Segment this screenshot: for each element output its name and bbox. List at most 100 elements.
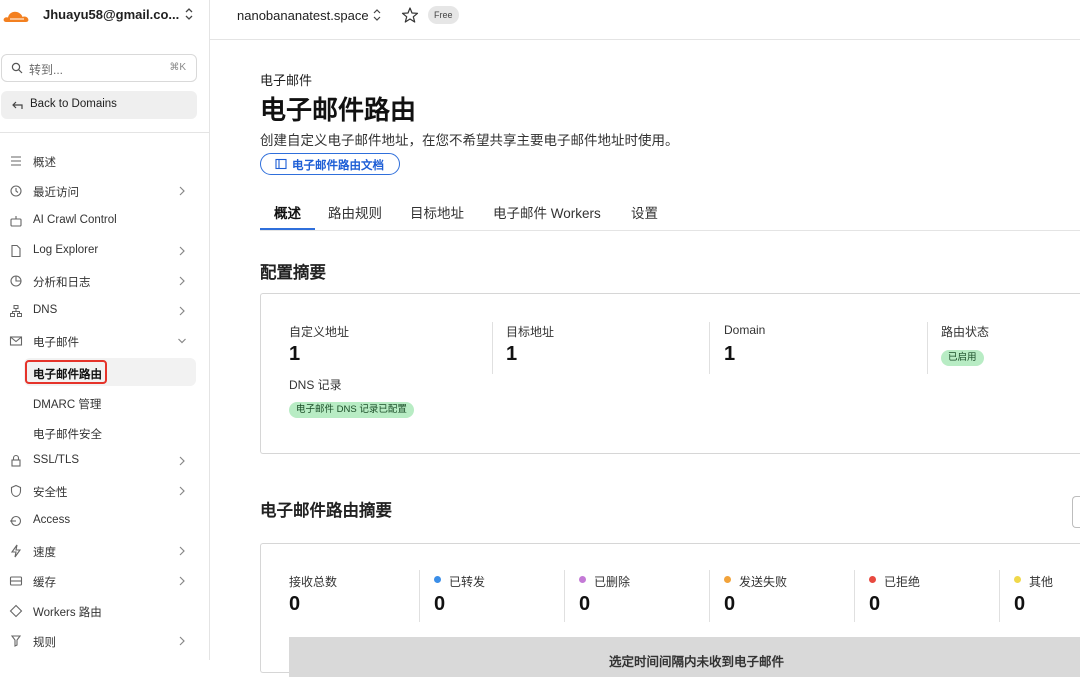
- empty-state-text: 选定时间间隔内未收到电子邮件: [609, 655, 785, 669]
- sidebar-item-workers-routes[interactable]: Workers 路由: [0, 599, 200, 623]
- sidebar-item-dns[interactable]: DNS: [0, 299, 200, 323]
- sidebar-subitem-label: 电子邮件安全: [33, 429, 102, 441]
- sidebar-item-label: 概述: [33, 157, 56, 169]
- deleted-dot-icon: [579, 576, 586, 583]
- divider: [564, 570, 565, 622]
- config-summary-card: 自定义地址 1 目标地址 1 Domain 1 路由状态 已启用 DNS 记录 …: [260, 293, 1080, 454]
- sidebar-item-label: Workers 路由: [33, 607, 102, 619]
- sidebar-divider: [0, 132, 210, 133]
- sidebar-item-rules[interactable]: 规则: [0, 629, 200, 653]
- tab-email-workers[interactable]: 电子邮件 Workers: [493, 202, 601, 222]
- chevron-right-icon: [179, 186, 185, 196]
- robot-icon: [10, 216, 22, 227]
- sidebar-item-ssl-tls[interactable]: SSL/TLS: [0, 449, 200, 473]
- chevron-right-icon: [179, 456, 185, 466]
- sidebar-item-security[interactable]: 安全性: [0, 479, 200, 503]
- stat-value: 0: [289, 593, 301, 615]
- search-shortcut: ⌘K: [169, 62, 186, 73]
- sidebar-item-cache[interactable]: 缓存: [0, 569, 200, 593]
- page-title: 电子邮件路由: [260, 95, 417, 125]
- page-description: 创建自定义电子邮件地址，在您不希望共享主要电子邮件地址时使用。: [260, 133, 679, 148]
- back-arrow-icon: [12, 101, 23, 109]
- back-to-domains-label: Back to Domains: [30, 98, 117, 110]
- stat-label: 已删除: [594, 575, 631, 589]
- sidebar-item-label: DNS: [33, 304, 58, 316]
- sidebar-subitem-label: DMARC 管理: [33, 399, 102, 411]
- stat-label: Domain: [724, 323, 766, 337]
- divider: [999, 570, 1000, 622]
- sidebar-item-label: 速度: [33, 547, 56, 559]
- lock-icon: [11, 454, 21, 467]
- sidebar-subitem-email-routing[interactable]: 电子邮件路由: [24, 358, 196, 386]
- divider: [709, 322, 710, 374]
- network-icon: [10, 305, 22, 317]
- tab-settings[interactable]: 设置: [631, 202, 658, 222]
- sidebar-subitem-dmarc[interactable]: DMARC 管理: [24, 388, 196, 416]
- search-icon: [11, 62, 23, 74]
- sidebar-subitem-label: 电子邮件路由: [33, 369, 102, 381]
- tab-overview[interactable]: 概述: [274, 202, 301, 222]
- stat-value: 1: [289, 343, 301, 365]
- stat-value: 0: [434, 593, 446, 615]
- account-switcher[interactable]: Jhuayu58@gmail.co...: [0, 0, 210, 36]
- chevron-up-down-icon[interactable]: [372, 8, 382, 22]
- docs-link-label: 电子邮件路由文档: [292, 160, 384, 172]
- cloudflare-logo: [3, 11, 29, 22]
- sidebar-item-log-explorer[interactable]: Log Explorer: [0, 239, 200, 263]
- top-bar: nanobananatest.space Free: [210, 0, 1080, 40]
- stat-label: 路由状态: [941, 325, 990, 339]
- sidebar-item-recent[interactable]: 最近访问: [0, 179, 200, 203]
- stat-label: DNS 记录: [289, 378, 342, 392]
- stat-value: 0: [724, 593, 736, 615]
- stat-label: 自定义地址: [289, 325, 350, 339]
- sidebar-item-speed[interactable]: 速度: [0, 539, 200, 563]
- sidebar-item-label: Log Explorer: [33, 244, 99, 256]
- chevron-right-icon: [179, 276, 185, 286]
- list-icon: [11, 156, 21, 166]
- sidebar-item-label: 安全性: [33, 487, 68, 499]
- sidebar-item-label: 电子邮件: [33, 337, 79, 349]
- forwarded-dot-icon: [434, 576, 441, 583]
- divider: [419, 570, 420, 622]
- stat-label: 其他: [1029, 575, 1054, 589]
- config-summary-title: 配置摘要: [260, 264, 326, 282]
- tab-destination-addresses[interactable]: 目标地址: [410, 202, 464, 222]
- chevron-right-icon: [179, 246, 185, 256]
- sidebar-item-email[interactable]: 电子邮件: [0, 329, 200, 353]
- divider: [854, 570, 855, 622]
- active-tab-indicator: [260, 228, 315, 230]
- stat-value: 1: [506, 343, 518, 365]
- sidebar-item-label: SSL/TLS: [33, 454, 80, 466]
- chart-icon: [10, 275, 22, 287]
- site-selector[interactable]: nanobananatest.space: [237, 8, 369, 23]
- docs-link-button[interactable]: 电子邮件路由文档: [260, 153, 400, 175]
- search-input[interactable]: 转到... ⌘K: [1, 54, 197, 82]
- sidebar-item-label: 分析和日志: [33, 277, 91, 289]
- sidebar-item-access[interactable]: Access: [0, 509, 200, 533]
- divider: [709, 570, 710, 622]
- sidebar-item-analytics[interactable]: 分析和日志: [0, 269, 200, 293]
- book-icon: [275, 158, 287, 170]
- chevron-right-icon: [179, 486, 185, 496]
- rejected-dot-icon: [869, 576, 876, 583]
- stat-value: 1: [724, 343, 736, 365]
- sidebar-item-label: 最近访问: [33, 187, 79, 199]
- account-email: Jhuayu58@gmail.co...: [43, 7, 180, 22]
- status-badge: 已启用: [941, 350, 984, 366]
- stat-label: 发送失败: [739, 575, 788, 589]
- sidebar-subitem-email-security[interactable]: 电子邮件安全: [24, 418, 196, 446]
- back-to-domains-button[interactable]: Back to Domains: [1, 91, 197, 119]
- sidebar-item-ai-crawl[interactable]: AI Crawl Control: [0, 209, 200, 233]
- sidebar-item-overview[interactable]: 概述: [0, 149, 200, 173]
- sidebar-item-label: Access: [33, 514, 71, 526]
- star-icon[interactable]: [401, 6, 419, 24]
- stat-value: 0: [579, 593, 591, 615]
- sidebar-item-label: 缓存: [33, 577, 56, 589]
- stat-value: 0: [869, 593, 881, 615]
- search-placeholder: 转到...: [29, 63, 64, 77]
- tab-routing-rules[interactable]: 路由规则: [328, 202, 382, 222]
- chevron-right-icon: [179, 546, 185, 556]
- stat-value: 0: [1014, 593, 1026, 615]
- time-range-button[interactable]: [1072, 496, 1080, 528]
- stat-label: 已转发: [449, 575, 486, 589]
